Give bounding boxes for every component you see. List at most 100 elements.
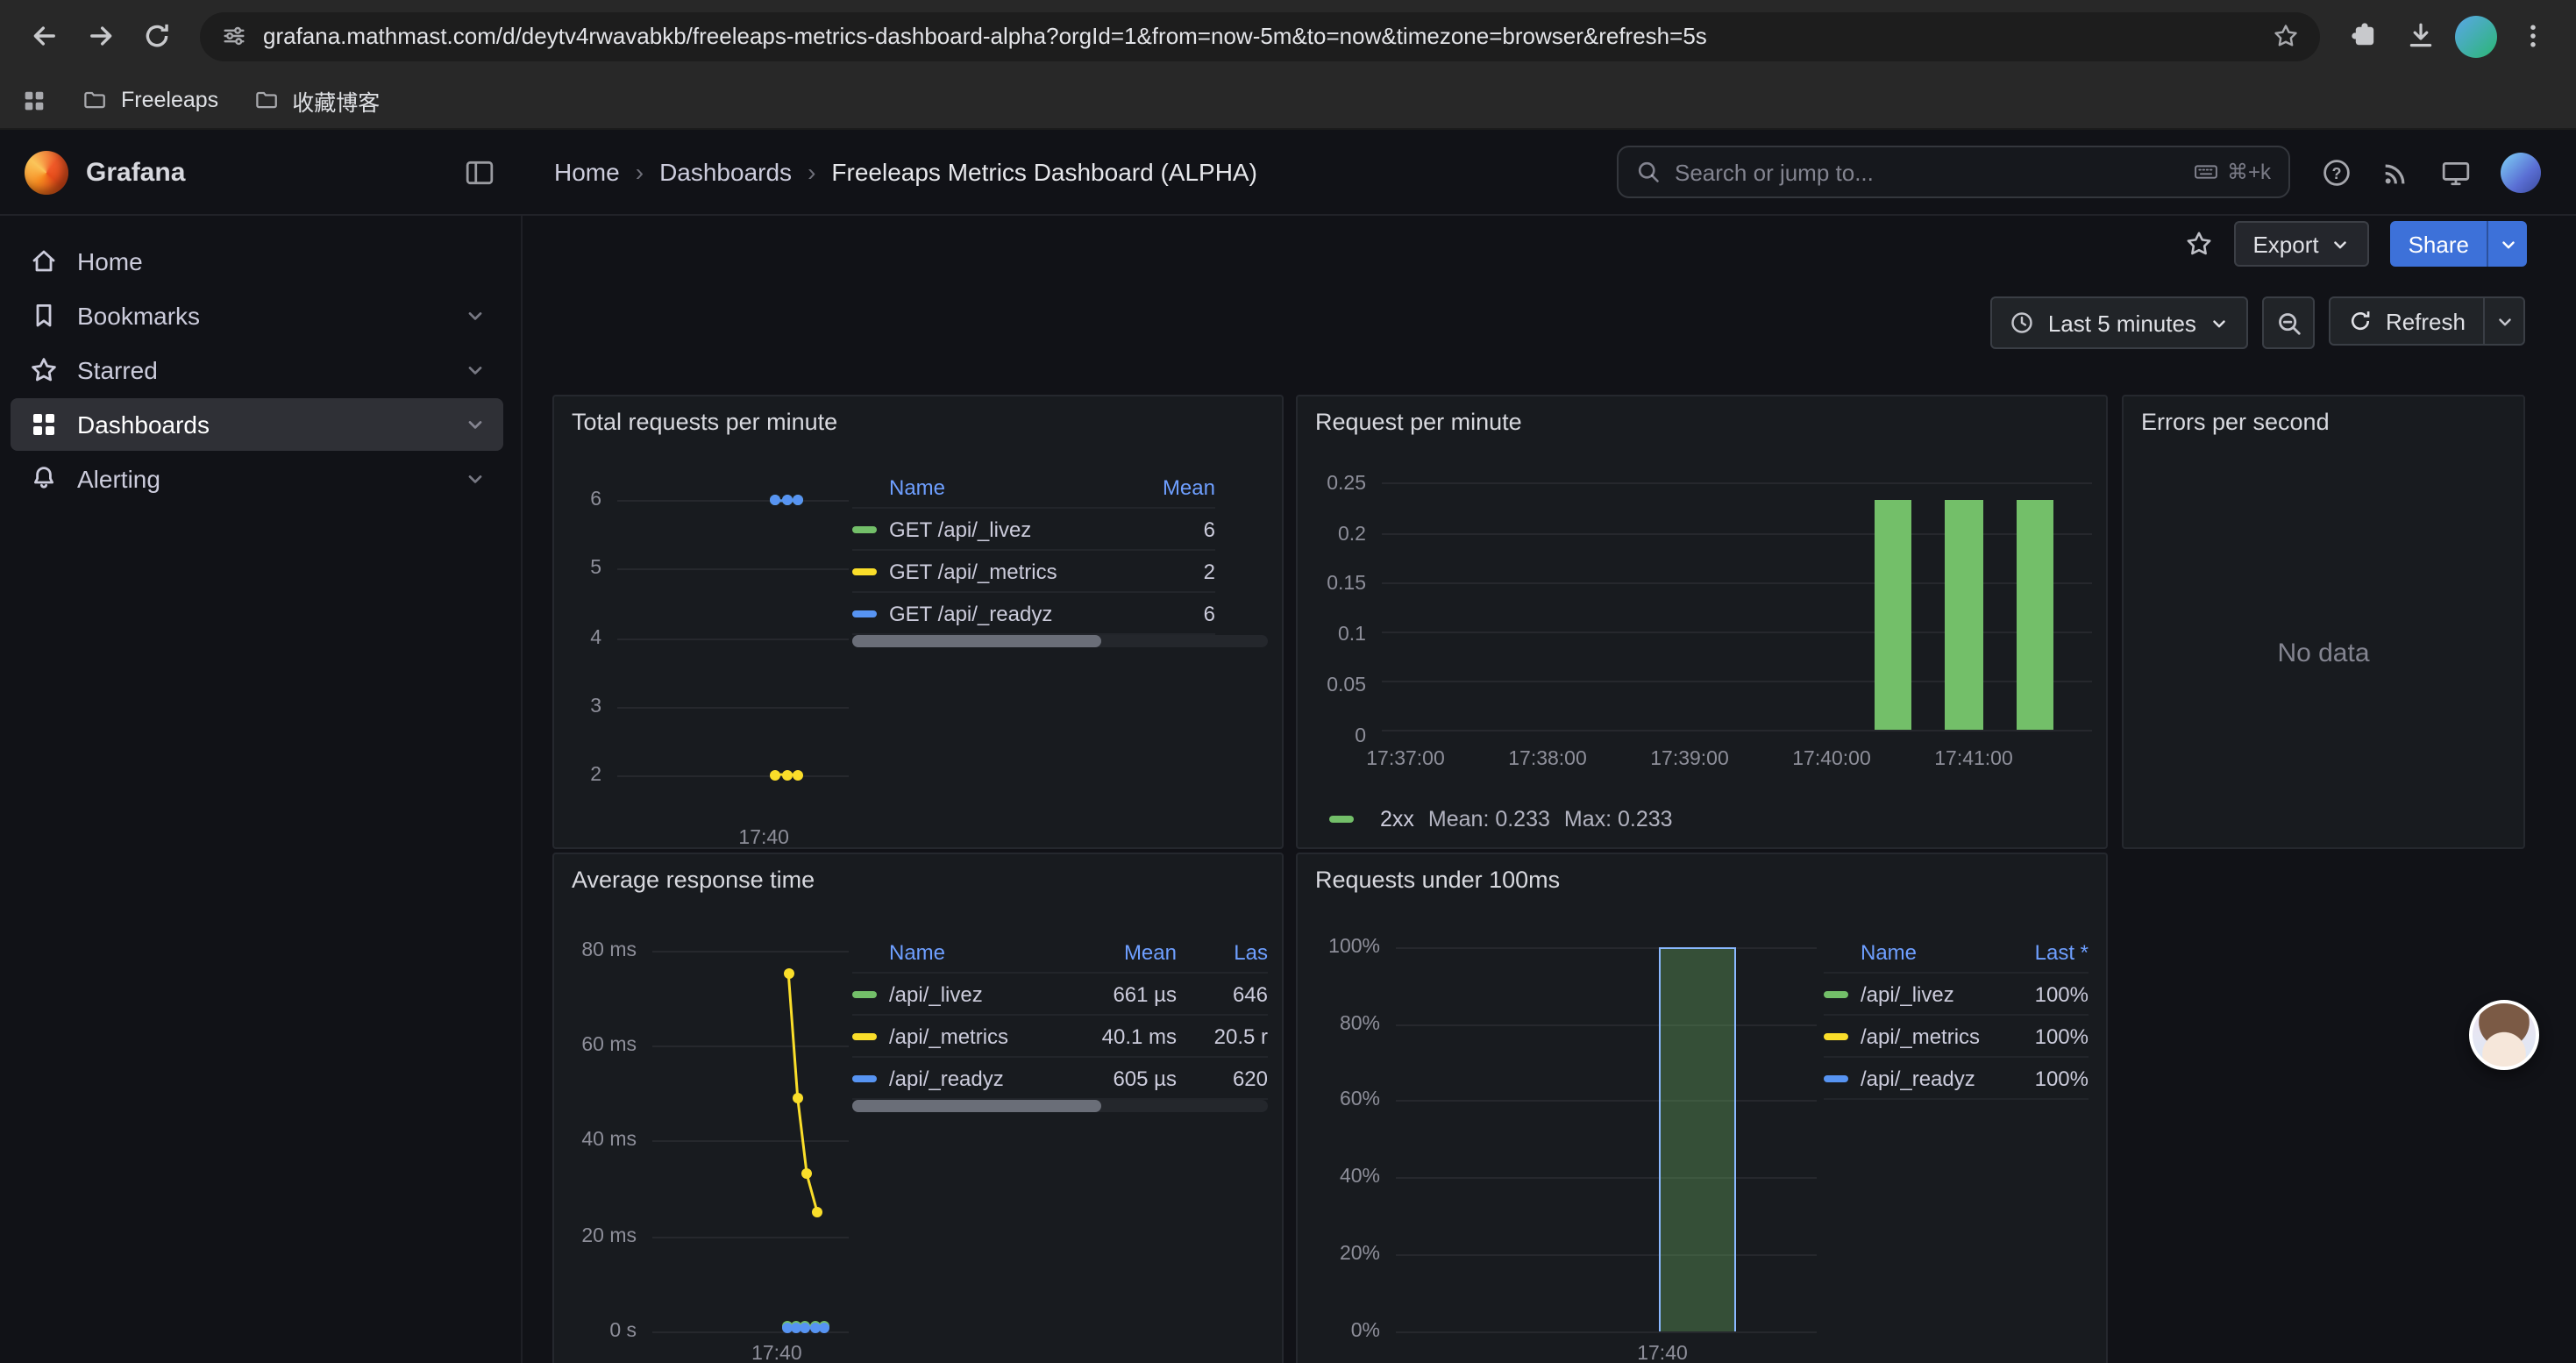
panel-average-response-time[interactable]: Average response time 80 ms60 ms40 ms20 … [552, 853, 1284, 1363]
legend-row[interactable]: GET /api/_metrics2 [852, 551, 1215, 593]
legend-header[interactable]: Name [1824, 939, 1990, 964]
folder-icon [253, 87, 280, 113]
x-tick-label: 17:39:00 [1650, 749, 1729, 770]
legend-cell: 6 [1135, 601, 1215, 625]
breadcrumb-separator: › [808, 158, 815, 186]
legend-row[interactable]: /api/_livez 100% [1824, 974, 2089, 1016]
downloads-icon[interactable] [2394, 10, 2446, 62]
legend-scrollbar[interactable] [852, 1100, 1268, 1112]
favorite-star-icon[interactable] [2184, 230, 2212, 258]
legend-header[interactable]: Name [852, 475, 1121, 499]
panel-title[interactable]: Errors per second [2141, 409, 2330, 435]
legend-row[interactable]: /api/_metrics100% [1824, 1016, 2089, 1058]
y-tick-label: 0 [1355, 726, 1366, 747]
panel-title[interactable]: Average response time [572, 867, 815, 893]
apps-grid-icon[interactable] [21, 87, 47, 113]
legend-row[interactable]: GET /api/_readyz6 [852, 593, 1215, 635]
breadcrumb-item[interactable]: Home [554, 158, 620, 186]
y-axis: 65432 [568, 460, 610, 816]
sidebar-item-bookmarks[interactable]: Bookmarks [11, 289, 503, 342]
forward-button[interactable] [74, 10, 126, 62]
profile-avatar[interactable] [2450, 10, 2502, 62]
sidebar-item-alerting[interactable]: Alerting [11, 453, 503, 505]
legend-cell: 620 [1191, 1066, 1268, 1090]
legend-header[interactable]: Last * [2004, 939, 2089, 964]
legend-row[interactable]: /api/_metrics40.1 ms20.5 r [852, 1016, 1268, 1058]
export-button[interactable]: Export [2233, 221, 2369, 267]
panel-errors-per-second[interactable]: Errors per second No data [2122, 395, 2525, 849]
legend-cell: 100% [2004, 981, 2089, 1006]
sidebar-item-dashboards[interactable]: Dashboards [11, 398, 503, 451]
bookmark-folder-freeleaps[interactable]: Freeleaps [82, 87, 218, 113]
site-settings-icon[interactable] [221, 23, 247, 49]
legend-cell: /api/_livez [1824, 981, 1990, 1006]
legend-header[interactable]: Name [852, 939, 1061, 964]
chart-point [782, 769, 793, 780]
legend-cell: /api/_livez [852, 981, 1061, 1006]
y-tick-label: 0.05 [1327, 675, 1366, 696]
series-color-swatch [1824, 990, 1848, 997]
share-button-caret[interactable] [2487, 221, 2527, 267]
legend-row[interactable]: /api/_livez661 µs646 [852, 974, 1268, 1016]
search-input[interactable]: Search or jump to... ⌘+k [1617, 146, 2290, 198]
legend-scrollbar-thumb[interactable] [852, 635, 1101, 647]
reload-button[interactable] [130, 10, 182, 62]
legend-header[interactable]: Mean [1135, 475, 1215, 499]
panel-request-per-minute[interactable]: Request per minute 0.250.20.150.10.050 1… [1296, 395, 2108, 849]
legend-table: Name Last * /api/_livez 100% /api/_metrics10… [1824, 931, 2089, 1100]
average-response-chart: 80 ms60 ms40 ms20 ms0 s 17:40 [568, 931, 852, 1363]
sidebar-item-label: Starred [77, 356, 158, 384]
chart-point [812, 1207, 822, 1217]
extensions-icon[interactable] [2338, 10, 2390, 62]
bookmark-folder-blogs[interactable]: 收藏博客 [253, 83, 380, 117]
share-button-main[interactable]: Share [2391, 221, 2487, 267]
y-axis: 100%80%60%40%20%0% [1312, 931, 1389, 1331]
sidebar-item-starred[interactable]: Starred [11, 344, 503, 396]
y-tick-label: 60 ms [581, 1035, 637, 1056]
x-tick-label: 17:40 [1637, 1344, 1688, 1363]
gridline [1396, 1101, 1817, 1103]
panel-total-requests[interactable]: Total requests per minute 65432 17:40 Na… [552, 395, 1284, 849]
sidebar-item-home[interactable]: Home [11, 235, 503, 288]
panel-requests-under-100ms[interactable]: Requests under 100ms 100%80%60%40%20%0% … [1296, 853, 2108, 1363]
y-tick-label: 3 [590, 696, 601, 717]
legend-scrollbar-thumb[interactable] [852, 1100, 1101, 1112]
legend-header-row: Name Last * [1824, 931, 2089, 974]
help-icon[interactable]: ? [2322, 157, 2352, 187]
legend-item[interactable]: 2xxMean: 0.233Max: 0.233 [1329, 807, 1673, 831]
panel-title[interactable]: Total requests per minute [572, 409, 837, 435]
legend-scrollbar[interactable] [852, 635, 1268, 647]
legend-row[interactable]: /api/_readyz605 µs620 [852, 1058, 1268, 1100]
refresh-button-main[interactable]: Refresh [2331, 298, 2483, 344]
user-avatar[interactable] [2501, 152, 2541, 192]
browser-menu-icon[interactable] [2506, 10, 2558, 62]
breadcrumb-item[interactable]: Freeleaps Metrics Dashboard (ALPHA) [831, 158, 1257, 186]
sidebar-item-label: Alerting [77, 465, 160, 493]
refresh-interval-caret[interactable] [2483, 298, 2523, 344]
monitor-icon[interactable] [2441, 157, 2471, 187]
breadcrumb-item[interactable]: Dashboards [659, 158, 792, 186]
zoom-out-button[interactable] [2263, 296, 2316, 349]
chat-widget-avatar[interactable] [2469, 1000, 2539, 1070]
legend-header[interactable]: Las [1191, 939, 1268, 964]
bookmark-star-icon[interactable] [2273, 23, 2299, 49]
panel-title[interactable]: Request per minute [1315, 409, 1522, 435]
legend-header[interactable]: Mean [1075, 939, 1177, 964]
legend-row[interactable]: GET /api/_livez6 [852, 509, 1215, 551]
series-color-swatch [852, 525, 877, 532]
news-rss-icon[interactable] [2381, 157, 2411, 187]
legend-row[interactable]: /api/_readyz100% [1824, 1058, 2089, 1100]
home-icon [30, 247, 58, 275]
plot-area [617, 460, 849, 816]
url-bar[interactable]: grafana.mathmast.com/d/deytv4rwavabkb/fr… [200, 11, 2320, 61]
panel-title[interactable]: Requests under 100ms [1315, 867, 1560, 893]
bell-icon [30, 465, 58, 493]
grafana-logo[interactable] [25, 150, 68, 194]
sidebar-toggle-icon[interactable] [465, 157, 495, 187]
back-button[interactable] [18, 10, 70, 62]
chevron-down-icon [465, 468, 486, 489]
url-text[interactable]: grafana.mathmast.com/d/deytv4rwavabkb/fr… [263, 23, 2257, 49]
time-range-picker[interactable]: Last 5 minutes [1990, 296, 2249, 349]
chart-point [782, 496, 793, 506]
breadcrumb: Home›Dashboards›Freeleaps Metrics Dashbo… [554, 158, 1257, 186]
